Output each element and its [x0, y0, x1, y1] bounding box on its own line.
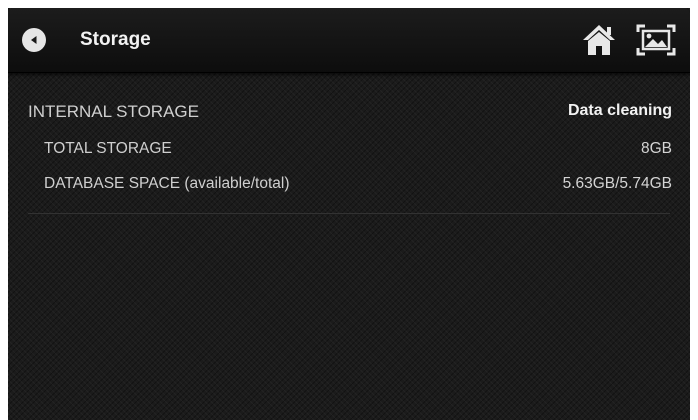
back-arrow-icon — [31, 36, 37, 44]
database-space-value: 5.63GB/5.74GB — [562, 175, 672, 192]
data-cleaning-button[interactable]: Data cleaning — [568, 102, 672, 120]
home-button[interactable] — [580, 22, 618, 58]
back-button[interactable] — [22, 28, 46, 52]
internal-storage-section: INTERNAL STORAGE Data cleaning TOTAL STO… — [28, 94, 672, 204]
total-storage-label: TOTAL STORAGE — [44, 140, 172, 157]
page-title: Storage — [80, 29, 151, 50]
storage-screen: Storage INTERNAL STORAGE Data cleaning T… — [8, 8, 690, 420]
section-header: INTERNAL STORAGE Data cleaning — [28, 94, 672, 134]
gallery-button[interactable] — [634, 22, 678, 58]
top-bar: Storage — [8, 8, 690, 73]
image-gallery-icon — [636, 24, 676, 56]
database-space-label: DATABASE SPACE (available/total) — [44, 175, 290, 192]
section-title: INTERNAL STORAGE — [28, 102, 199, 121]
total-storage-value: 8GB — [640, 140, 672, 157]
divider — [28, 213, 670, 214]
database-space-row: DATABASE SPACE (available/total) 5.63GB/… — [28, 169, 672, 204]
total-storage-row: TOTAL STORAGE 8GB — [28, 134, 672, 169]
home-icon — [583, 25, 615, 55]
